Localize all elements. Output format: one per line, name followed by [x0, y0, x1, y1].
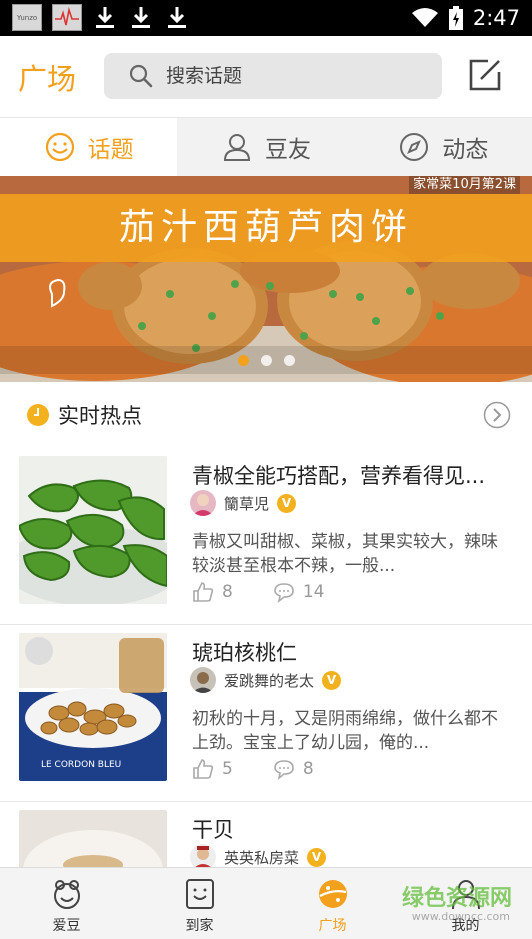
comment-icon[interactable] [273, 581, 295, 603]
author-info[interactable]: 籣草児 V [190, 490, 297, 516]
tab-activity[interactable]: 动态 [354, 118, 532, 176]
avatar[interactable] [190, 490, 216, 516]
tab-topics[interactable]: 话题 [0, 118, 178, 176]
download-icon [96, 7, 114, 28]
avatar[interactable] [190, 667, 216, 693]
item-stats: 8 14 [192, 579, 364, 605]
verified-badge-icon: V [322, 670, 342, 690]
author-name[interactable]: 爱跳舞的老太 [224, 670, 314, 691]
list-item[interactable]: LE CORDON BLEU 琥珀核桃仁 爱跳舞的老太 V 初秋的十月，又是阴雨… [0, 625, 532, 802]
list-item[interactable]: 青椒全能巧搭配，营养看得见... 籣草児 V 青椒又叫甜椒、菜椒，其果实较大，辣… [0, 448, 532, 625]
tab-friends[interactable]: 豆友 [177, 118, 355, 176]
item-description: 初秋的十月，又是阴雨绵绵，做什么都不上劲。宝宝上了幼儿园，俺的... [192, 709, 498, 753]
carousel-dot[interactable] [237, 354, 249, 366]
topic-feed: 青椒全能巧搭配，营养看得见... 籣草児 V 青椒又叫甜椒、菜椒，其果实较大，辣… [0, 448, 532, 939]
clock-icon [27, 404, 49, 426]
user-icon [223, 134, 250, 161]
compass-icon [400, 133, 429, 161]
banner-carousel[interactable]: 茄汁西葫芦肉饼 家常菜10月第2课 [0, 176, 532, 382]
nav-item-aidou[interactable]: 爱豆 [0, 868, 133, 939]
tab-label: 动态 [442, 137, 489, 163]
author-name[interactable]: 籣草児 [224, 493, 269, 514]
nav-item-square[interactable]: 广场 [266, 868, 399, 939]
download-icon [168, 7, 186, 28]
nav-label: 到家 [185, 918, 214, 934]
banner-tag: 家常菜10月第2课 [409, 176, 520, 194]
tab-label: 豆友 [264, 137, 311, 163]
search-input[interactable]: 搜索话题 [166, 53, 242, 99]
item-stats: 5 8 [192, 756, 354, 782]
hot-topics-header: 实时热点 [0, 382, 532, 448]
battery-icon [448, 6, 463, 30]
compose-icon[interactable] [466, 56, 504, 94]
status-bar: Yunzo 2:47 [0, 0, 532, 36]
carousel-dot[interactable] [283, 354, 295, 366]
nav-label: 广场 [318, 918, 347, 934]
clock-time: 2:47 [472, 6, 520, 30]
smile-face-icon [45, 132, 74, 162]
verified-badge-icon: V [307, 847, 327, 867]
nav-item-home[interactable]: 到家 [133, 868, 266, 939]
section-title: 实时热点 [58, 404, 142, 428]
download-icon [132, 7, 150, 28]
thumbnail-image [19, 456, 167, 604]
watermark-logo: 绿色资源网 [401, 886, 512, 911]
search-icon [129, 64, 153, 88]
author-info[interactable]: 爱跳舞的老太 V [190, 667, 342, 693]
thumbs-up-icon[interactable] [192, 758, 214, 780]
like-count: 8 [222, 582, 233, 602]
thumbnail-image: LE CORDON BLEU [19, 633, 167, 781]
carousel-indicator [0, 346, 532, 374]
heartbeat-notification-icon [52, 4, 82, 31]
chevron-right-icon[interactable] [483, 401, 511, 429]
banner-title: 茄汁西葫芦肉饼 [118, 207, 413, 248]
comment-count: 14 [302, 582, 325, 602]
watermark-url: www.downcc.com [411, 910, 510, 923]
page-title: 广场 [18, 62, 77, 96]
tab-label: 话题 [87, 137, 134, 163]
square-planet-icon [318, 880, 347, 908]
comment-icon[interactable] [273, 758, 295, 780]
svg-text:LE CORDON BLEU: LE CORDON BLEU [41, 760, 121, 770]
item-description: 青椒又叫甜椒、菜椒，其果实较大，辣味较淡甚至根本不辣，一般... [192, 532, 498, 576]
home-box-icon [185, 879, 214, 909]
top-header: 广场 搜索话题 [0, 36, 532, 118]
item-title[interactable]: 琥珀核桃仁 [192, 637, 518, 667]
thumbs-up-icon[interactable] [192, 581, 214, 603]
wifi-icon [411, 8, 438, 27]
like-count: 5 [222, 759, 233, 779]
app-notification-icon: Yunzo [12, 4, 42, 31]
author-name[interactable]: 英英私房菜 [224, 847, 299, 868]
item-title[interactable]: 青椒全能巧搭配，营养看得见... [192, 460, 518, 490]
bean-face-icon [53, 880, 80, 909]
nav-label: 爱豆 [52, 918, 81, 934]
search-bar[interactable]: 搜索话题 [104, 53, 442, 99]
carousel-dot[interactable] [260, 354, 272, 366]
tab-bar: 话题 豆友 动态 [0, 118, 532, 176]
comment-count: 8 [302, 759, 314, 779]
item-title[interactable]: 干贝 [192, 814, 518, 844]
verified-badge-icon: V [277, 493, 297, 513]
